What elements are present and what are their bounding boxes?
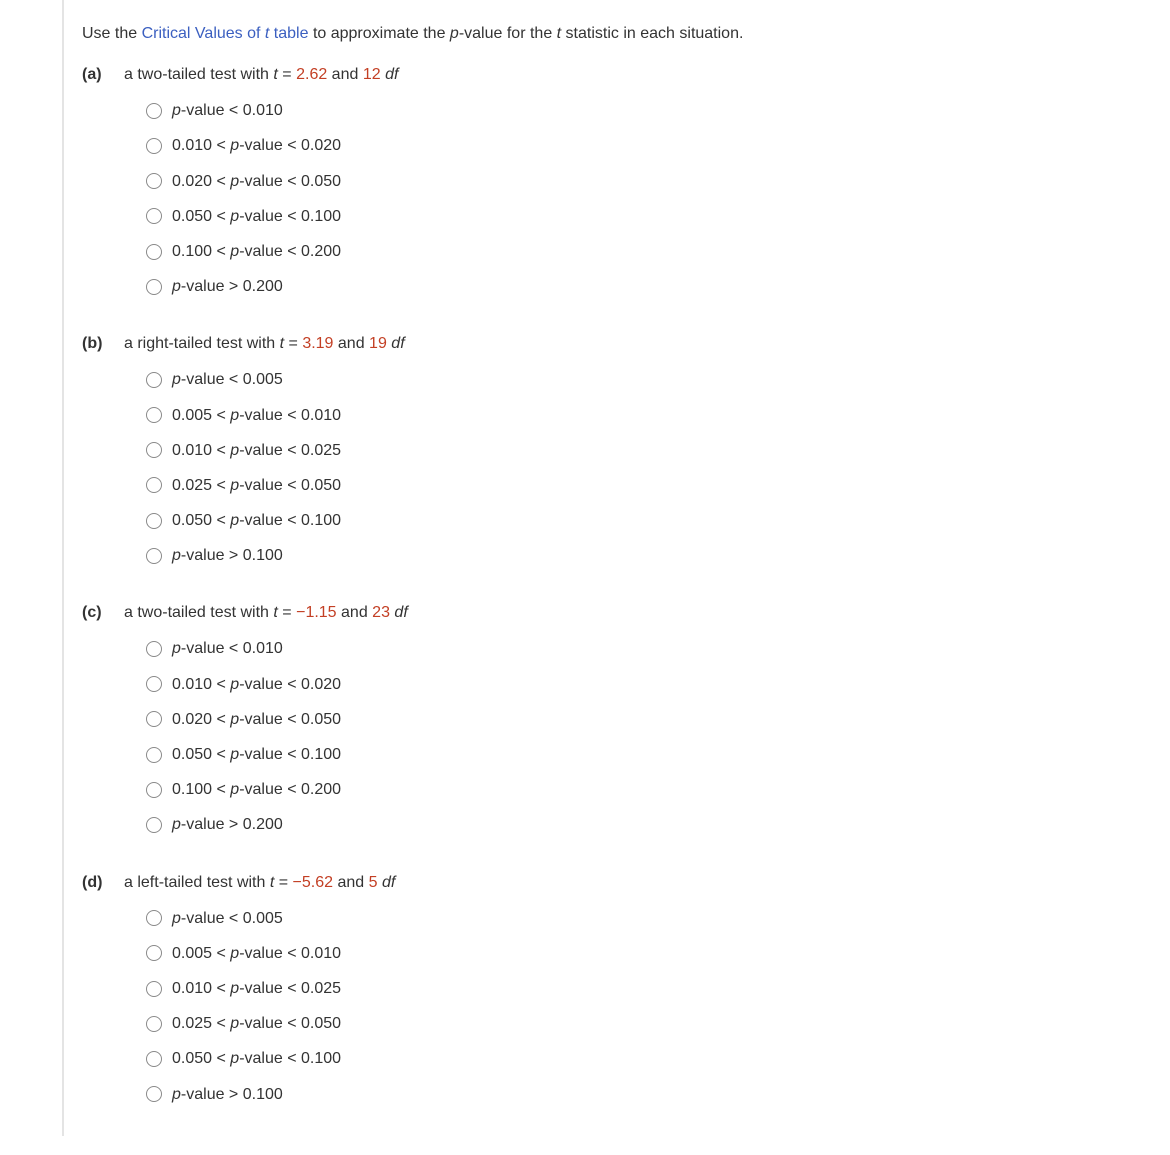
part-d-head: (d) a left-tailed test with t = −5.62 an… xyxy=(82,871,1150,895)
radio-icon[interactable] xyxy=(146,1016,162,1032)
part-a-label: (a) xyxy=(82,63,110,87)
part-b-options: p-value < 0.005 0.005 < p-value < 0.010 … xyxy=(146,368,1150,567)
option-label: p-value > 0.100 xyxy=(172,1083,283,1106)
part-d: (d) a left-tailed test with t = −5.62 an… xyxy=(82,871,1150,1106)
intro-pre: Use the xyxy=(82,25,142,42)
radio-icon[interactable] xyxy=(146,173,162,189)
radio-icon[interactable] xyxy=(146,711,162,727)
radio-icon[interactable] xyxy=(146,103,162,119)
option-label: 0.010 < p-value < 0.020 xyxy=(172,134,341,157)
part-c-head: (c) a two-tailed test with t = −1.15 and… xyxy=(82,601,1150,625)
part-d-option-4[interactable]: 0.050 < p-value < 0.100 xyxy=(146,1047,1150,1070)
part-c-option-1[interactable]: 0.010 < p-value < 0.020 xyxy=(146,673,1150,696)
radio-icon[interactable] xyxy=(146,244,162,260)
part-c-option-2[interactable]: 0.020 < p-value < 0.050 xyxy=(146,708,1150,731)
part-b-stem: a right-tailed test with t = 3.19 and 19… xyxy=(124,332,405,356)
part-d-option-3[interactable]: 0.025 < p-value < 0.050 xyxy=(146,1012,1150,1035)
part-c-options: p-value < 0.010 0.010 < p-value < 0.020 … xyxy=(146,637,1150,836)
option-label: 0.100 < p-value < 0.200 xyxy=(172,240,341,263)
part-d-label: (d) xyxy=(82,871,110,895)
part-a-option-4[interactable]: 0.100 < p-value < 0.200 xyxy=(146,240,1150,263)
part-c-option-4[interactable]: 0.100 < p-value < 0.200 xyxy=(146,778,1150,801)
part-a-option-3[interactable]: 0.050 < p-value < 0.100 xyxy=(146,205,1150,228)
option-label: p-value > 0.200 xyxy=(172,275,283,298)
option-label: 0.010 < p-value < 0.020 xyxy=(172,673,341,696)
option-label: 0.050 < p-value < 0.100 xyxy=(172,205,341,228)
part-b-option-2[interactable]: 0.010 < p-value < 0.025 xyxy=(146,439,1150,462)
part-c-stem: a two-tailed test with t = −1.15 and 23 … xyxy=(124,601,408,625)
part-b-option-4[interactable]: 0.050 < p-value < 0.100 xyxy=(146,509,1150,532)
option-label: 0.050 < p-value < 0.100 xyxy=(172,509,341,532)
part-c-label: (c) xyxy=(82,601,110,625)
part-b-option-5[interactable]: p-value > 0.100 xyxy=(146,544,1150,567)
option-label: 0.100 < p-value < 0.200 xyxy=(172,778,341,801)
part-a-head: (a) a two-tailed test with t = 2.62 and … xyxy=(82,63,1150,87)
part-a-option-1[interactable]: 0.010 < p-value < 0.020 xyxy=(146,134,1150,157)
radio-icon[interactable] xyxy=(146,407,162,423)
radio-icon[interactable] xyxy=(146,208,162,224)
option-label: 0.020 < p-value < 0.050 xyxy=(172,708,341,731)
option-label: p-value > 0.100 xyxy=(172,544,283,567)
option-label: 0.010 < p-value < 0.025 xyxy=(172,439,341,462)
option-label: 0.025 < p-value < 0.050 xyxy=(172,474,341,497)
option-label: p-value < 0.010 xyxy=(172,99,283,122)
part-b-option-0[interactable]: p-value < 0.005 xyxy=(146,368,1150,391)
radio-icon[interactable] xyxy=(146,442,162,458)
radio-icon[interactable] xyxy=(146,782,162,798)
part-a-stem: a two-tailed test with t = 2.62 and 12 d… xyxy=(124,63,398,87)
radio-icon[interactable] xyxy=(146,910,162,926)
part-c-option-3[interactable]: 0.050 < p-value < 0.100 xyxy=(146,743,1150,766)
radio-icon[interactable] xyxy=(146,981,162,997)
part-c-option-0[interactable]: p-value < 0.010 xyxy=(146,637,1150,660)
option-label: p-value < 0.005 xyxy=(172,368,283,391)
part-d-option-0[interactable]: p-value < 0.005 xyxy=(146,907,1150,930)
radio-icon[interactable] xyxy=(146,138,162,154)
radio-icon[interactable] xyxy=(146,945,162,961)
part-a-option-5[interactable]: p-value > 0.200 xyxy=(146,275,1150,298)
radio-icon[interactable] xyxy=(146,548,162,564)
part-d-stem: a left-tailed test with t = −5.62 and 5 … xyxy=(124,871,395,895)
part-d-options: p-value < 0.005 0.005 < p-value < 0.010 … xyxy=(146,907,1150,1106)
option-label: 0.005 < p-value < 0.010 xyxy=(172,942,341,965)
radio-icon[interactable] xyxy=(146,747,162,763)
radio-icon[interactable] xyxy=(146,372,162,388)
option-label: 0.050 < p-value < 0.100 xyxy=(172,743,341,766)
part-b-label: (b) xyxy=(82,332,110,356)
question-page: Use the Critical Values of t table to ap… xyxy=(0,0,1170,1136)
option-label: 0.025 < p-value < 0.050 xyxy=(172,1012,341,1035)
radio-icon[interactable] xyxy=(146,513,162,529)
radio-icon[interactable] xyxy=(146,1086,162,1102)
radio-icon[interactable] xyxy=(146,641,162,657)
part-d-option-5[interactable]: p-value > 0.100 xyxy=(146,1083,1150,1106)
left-margin-rule xyxy=(62,0,64,1136)
option-label: p-value < 0.005 xyxy=(172,907,283,930)
critical-values-link[interactable]: Critical Values of t table xyxy=(142,25,309,42)
part-c-option-5[interactable]: p-value > 0.200 xyxy=(146,813,1150,836)
option-label: p-value > 0.200 xyxy=(172,813,283,836)
option-label: 0.020 < p-value < 0.050 xyxy=(172,170,341,193)
part-b-option-3[interactable]: 0.025 < p-value < 0.050 xyxy=(146,474,1150,497)
radio-icon[interactable] xyxy=(146,676,162,692)
part-b: (b) a right-tailed test with t = 3.19 an… xyxy=(82,332,1150,567)
part-b-option-1[interactable]: 0.005 < p-value < 0.010 xyxy=(146,404,1150,427)
option-label: p-value < 0.010 xyxy=(172,637,283,660)
part-a-option-2[interactable]: 0.020 < p-value < 0.050 xyxy=(146,170,1150,193)
part-a-option-0[interactable]: p-value < 0.010 xyxy=(146,99,1150,122)
option-label: 0.010 < p-value < 0.025 xyxy=(172,977,341,1000)
question-intro: Use the Critical Values of t table to ap… xyxy=(82,22,1150,45)
radio-icon[interactable] xyxy=(146,1051,162,1067)
radio-icon[interactable] xyxy=(146,477,162,493)
part-a: (a) a two-tailed test with t = 2.62 and … xyxy=(82,63,1150,298)
radio-icon[interactable] xyxy=(146,817,162,833)
option-label: 0.050 < p-value < 0.100 xyxy=(172,1047,341,1070)
radio-icon[interactable] xyxy=(146,279,162,295)
part-a-options: p-value < 0.010 0.010 < p-value < 0.020 … xyxy=(146,99,1150,298)
part-b-head: (b) a right-tailed test with t = 3.19 an… xyxy=(82,332,1150,356)
option-label: 0.005 < p-value < 0.010 xyxy=(172,404,341,427)
part-d-option-2[interactable]: 0.010 < p-value < 0.025 xyxy=(146,977,1150,1000)
part-c: (c) a two-tailed test with t = −1.15 and… xyxy=(82,601,1150,836)
part-d-option-1[interactable]: 0.005 < p-value < 0.010 xyxy=(146,942,1150,965)
